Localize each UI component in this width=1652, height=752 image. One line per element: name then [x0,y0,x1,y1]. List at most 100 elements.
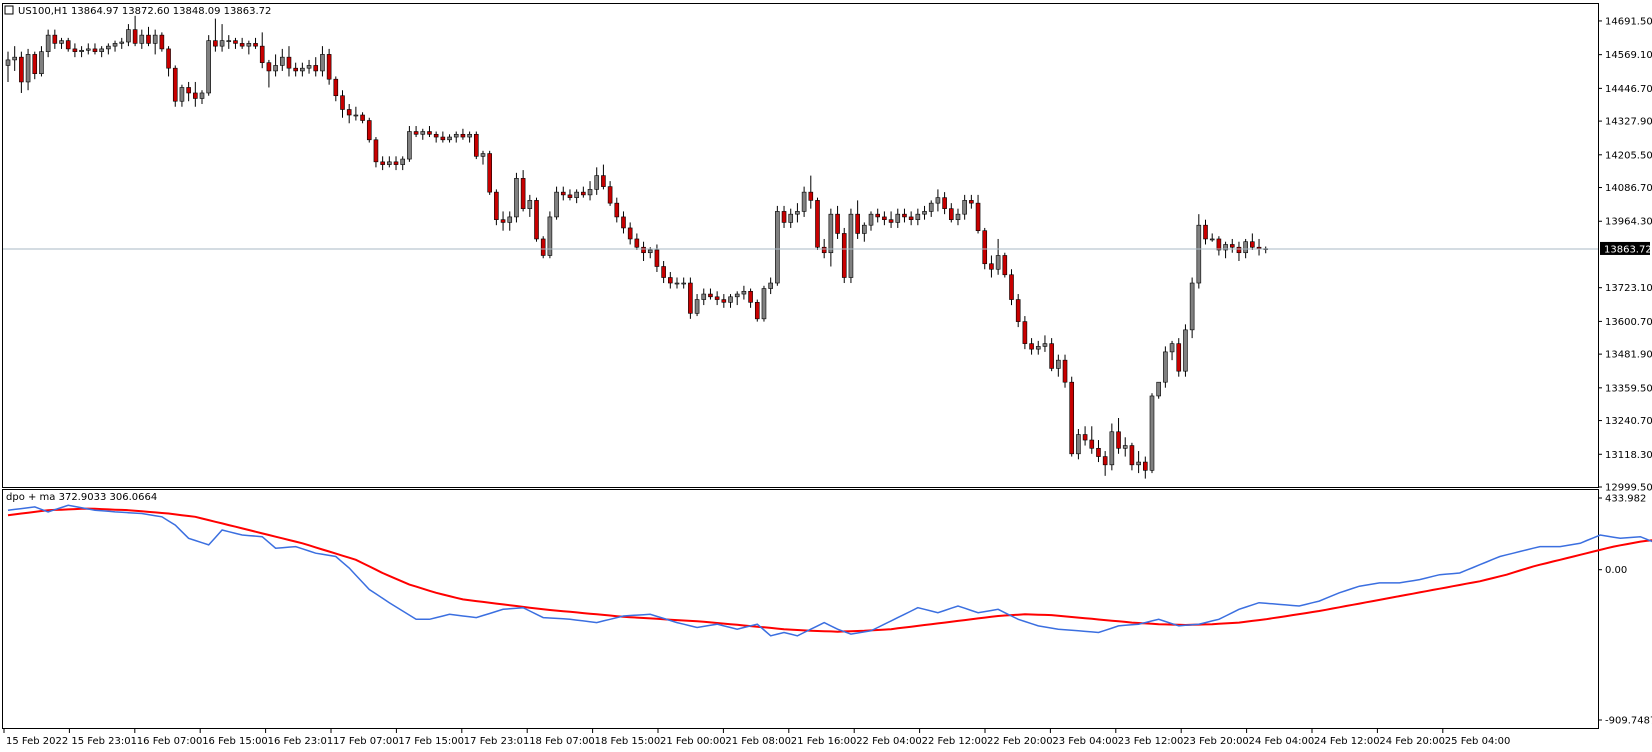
candle[interactable] [688,277,693,319]
bull-candle-body [741,290,747,295]
candle[interactable] [775,205,780,286]
price-tick-label: 14086.70 [1605,183,1652,194]
candle[interactable] [547,211,553,259]
candle[interactable] [534,197,539,242]
bear-candle-body [427,131,432,135]
bear-candle-body [1236,246,1242,254]
bear-candle-body [902,213,907,218]
price-tick-label: 13600.70 [1605,317,1652,328]
candle[interactable] [1163,346,1168,388]
time-tick-label: 24 Feb 04:00 [1249,736,1315,747]
time-tick-label: 16 Feb 07:00 [137,736,203,747]
time-tick-label: 25 Feb 04:00 [1445,736,1511,747]
candle[interactable] [473,131,479,160]
candle[interactable] [172,65,178,107]
candle[interactable] [761,285,767,322]
candle[interactable] [754,299,760,322]
bull-candle-body [126,29,131,43]
bull-candle-body [587,189,593,196]
bull-candle-body [226,40,232,42]
time-tick-label: 17 Feb 15:00 [398,736,464,747]
candle[interactable] [1156,381,1161,399]
time-tick-label: 23 Feb 12:00 [1118,736,1184,747]
bull-candle-body [219,40,225,47]
candle[interactable] [494,189,499,226]
candle[interactable] [159,32,165,52]
price-tick-label: 13240.70 [1605,416,1652,427]
time-tick-label: 22 Feb 20:00 [987,736,1053,747]
candle[interactable] [815,197,820,250]
bull-candle-body [647,249,653,254]
time-tick-label: 15 Feb 23:01 [71,736,137,747]
bear-candle-body [360,114,365,121]
candle[interactable] [848,208,854,284]
bull-candle-body [547,216,553,256]
bear-candle-body [1250,241,1255,248]
bear-candle-body [534,200,539,240]
bear-candle-body [1062,359,1068,383]
bear-candle-body [969,200,974,204]
candle[interactable] [487,150,492,195]
time-tick-label: 16 Feb 23:01 [268,736,334,747]
bear-candle-body [346,109,352,116]
bear-candle-body [688,282,693,314]
candle[interactable] [1196,214,1202,289]
bull-candle-body [928,202,934,212]
bear-candle-body [1256,246,1262,249]
bear-candle-body [239,43,245,47]
candle[interactable] [1176,338,1182,377]
bear-candle-body [821,246,827,254]
bear-candle-body [413,131,419,135]
bear-candle-body [581,191,586,196]
price-tick-label: 14446.70 [1605,84,1652,95]
candle[interactable] [540,236,546,259]
time-tick-label: 22 Feb 04:00 [856,736,922,747]
candle[interactable] [1002,252,1008,278]
bear-candle-body [172,67,178,102]
bear-candle-body [942,197,947,209]
candle[interactable] [1183,324,1188,377]
bull-candle-body [1149,395,1155,471]
candle[interactable] [326,48,332,85]
bull-candle-body [1163,351,1168,383]
candle[interactable] [841,227,847,284]
bear-candle-body [641,246,646,254]
bear-candle-body [621,216,626,229]
bull-candle-body [407,131,412,160]
bear-candle-body [748,290,753,303]
bull-candle-body [179,87,185,102]
bear-candle-body [908,216,914,220]
bull-candle-body [527,200,533,209]
bear-candle-body [19,56,24,83]
candle[interactable] [1149,393,1155,474]
candle[interactable] [1069,376,1075,457]
bear-candle-body [32,54,38,74]
candle[interactable] [206,35,211,96]
candle[interactable] [1189,277,1195,339]
bull-candle-body [400,158,406,165]
indicator-panel-header: dpo + ma 372.9033 306.0664 [6,492,157,503]
bull-candle-body [507,216,513,223]
candle[interactable] [1009,269,1014,306]
bear-candle-body [1129,445,1135,466]
bear-candle-body [627,227,633,240]
time-tick-label: 23 Feb 04:00 [1052,736,1118,747]
bull-candle-body [1042,343,1048,347]
bear-candle-body [72,48,78,52]
bear-candle-body [520,178,526,209]
bull-candle-body [199,92,205,99]
bear-candle-body [440,136,446,141]
bull-candle-body [868,213,874,226]
bear-candle-body [661,266,666,278]
bear-candle-body [815,200,820,248]
bear-candle-body [1002,255,1008,276]
bear-candle-body [781,211,787,223]
bull-candle-body [420,131,426,135]
bear-candle-body [1116,431,1121,449]
bull-candle-body [1196,224,1202,284]
bull-candle-body [795,211,800,215]
bull-candle-body [39,51,44,74]
candle[interactable] [407,126,412,162]
candle[interactable] [514,172,519,223]
candle[interactable] [366,117,372,143]
